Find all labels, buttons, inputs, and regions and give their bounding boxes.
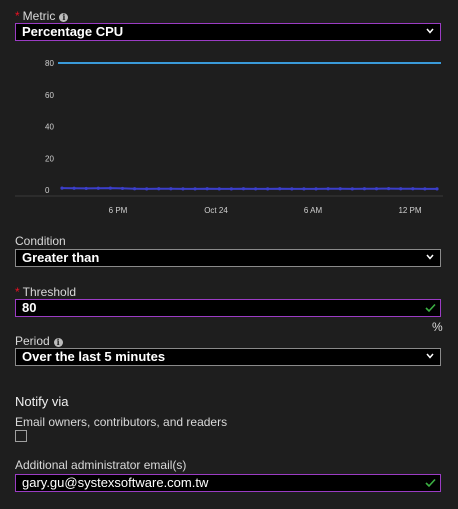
period-label-text: Period bbox=[15, 334, 50, 348]
data-point bbox=[145, 187, 149, 191]
data-point bbox=[217, 187, 221, 191]
data-point bbox=[326, 187, 330, 191]
data-point bbox=[362, 187, 367, 191]
checkmark-icon bbox=[425, 303, 436, 313]
period-label: Period i bbox=[15, 334, 63, 348]
data-point bbox=[350, 187, 354, 191]
info-icon[interactable]: i bbox=[59, 13, 69, 22]
period-select[interactable]: Over the last 5 minutes bbox=[15, 348, 441, 366]
info-icon[interactable]: i bbox=[53, 338, 63, 347]
email-owners-checkbox[interactable] bbox=[15, 430, 27, 442]
period-select-value: Over the last 5 minutes bbox=[22, 349, 166, 364]
data-point bbox=[399, 187, 403, 191]
condition-label: Condition bbox=[15, 234, 66, 248]
y-tick-label: 80 bbox=[45, 59, 54, 68]
data-point bbox=[229, 187, 233, 191]
threshold-unit: % bbox=[432, 320, 443, 334]
metric-select[interactable]: Percentage CPU bbox=[15, 23, 441, 41]
admin-email-value: gary.gu@systexsoftware.com.tw bbox=[22, 475, 209, 490]
data-point bbox=[108, 186, 112, 190]
threshold-input-value: 80 bbox=[22, 300, 37, 315]
notify-section-title: Notify via bbox=[15, 394, 69, 409]
data-point bbox=[435, 187, 439, 191]
data-point bbox=[290, 187, 294, 191]
chevron-down-icon bbox=[426, 28, 434, 34]
data-point bbox=[266, 187, 270, 191]
data-point bbox=[374, 187, 379, 191]
condition-select[interactable]: Greater than bbox=[15, 249, 441, 267]
data-point bbox=[72, 186, 76, 190]
required-asterisk: * bbox=[15, 9, 20, 23]
chevron-down-icon bbox=[426, 353, 434, 359]
metric-label-text: Metric bbox=[22, 9, 56, 23]
x-tick-label: Oct 24 bbox=[204, 206, 228, 215]
y-tick-label: 0 bbox=[45, 186, 50, 195]
data-point bbox=[60, 186, 64, 190]
admin-email-input[interactable]: gary.gu@systexsoftware.com.tw bbox=[15, 474, 441, 492]
data-point bbox=[411, 187, 415, 191]
x-tick-label: 12 PM bbox=[398, 206, 421, 215]
email-owners-label: Email owners, contributors, and readers bbox=[15, 415, 228, 429]
y-tick-label: 40 bbox=[45, 123, 54, 132]
data-point bbox=[120, 186, 125, 191]
series-line bbox=[61, 187, 437, 190]
data-point bbox=[193, 187, 197, 191]
checkmark-icon bbox=[425, 478, 436, 488]
condition-select-value: Greater than bbox=[22, 250, 100, 265]
data-point bbox=[205, 187, 209, 191]
data-point bbox=[84, 186, 88, 191]
data-point bbox=[253, 187, 258, 191]
data-point bbox=[302, 187, 306, 191]
y-tick-label: 60 bbox=[45, 91, 54, 100]
threshold-label: * Threshold bbox=[15, 285, 76, 299]
data-point bbox=[387, 186, 391, 191]
data-point bbox=[278, 187, 282, 191]
data-point bbox=[423, 187, 427, 191]
data-point bbox=[314, 187, 318, 191]
y-tick-label: 20 bbox=[45, 154, 54, 163]
metric-chart: 0 20 40 60 80 6 PM Oct 24 6 AM 12 PM bbox=[15, 59, 443, 215]
data-point bbox=[169, 187, 173, 191]
x-tick-label: 6 AM bbox=[304, 206, 323, 215]
data-point bbox=[338, 187, 342, 191]
chevron-down-icon bbox=[426, 254, 434, 260]
data-point bbox=[241, 187, 246, 191]
data-point bbox=[181, 187, 185, 191]
x-tick-label: 6 PM bbox=[109, 206, 128, 215]
metric-select-value: Percentage CPU bbox=[22, 24, 124, 39]
data-point bbox=[96, 186, 100, 190]
data-point bbox=[132, 187, 137, 191]
data-point bbox=[157, 187, 161, 191]
threshold-label-text: Threshold bbox=[22, 285, 77, 299]
admin-email-label: Additional administrator email(s) bbox=[15, 458, 187, 472]
required-asterisk: * bbox=[15, 285, 20, 299]
threshold-input[interactable]: 80 bbox=[15, 299, 441, 317]
metric-label: * Metric i bbox=[15, 9, 69, 23]
